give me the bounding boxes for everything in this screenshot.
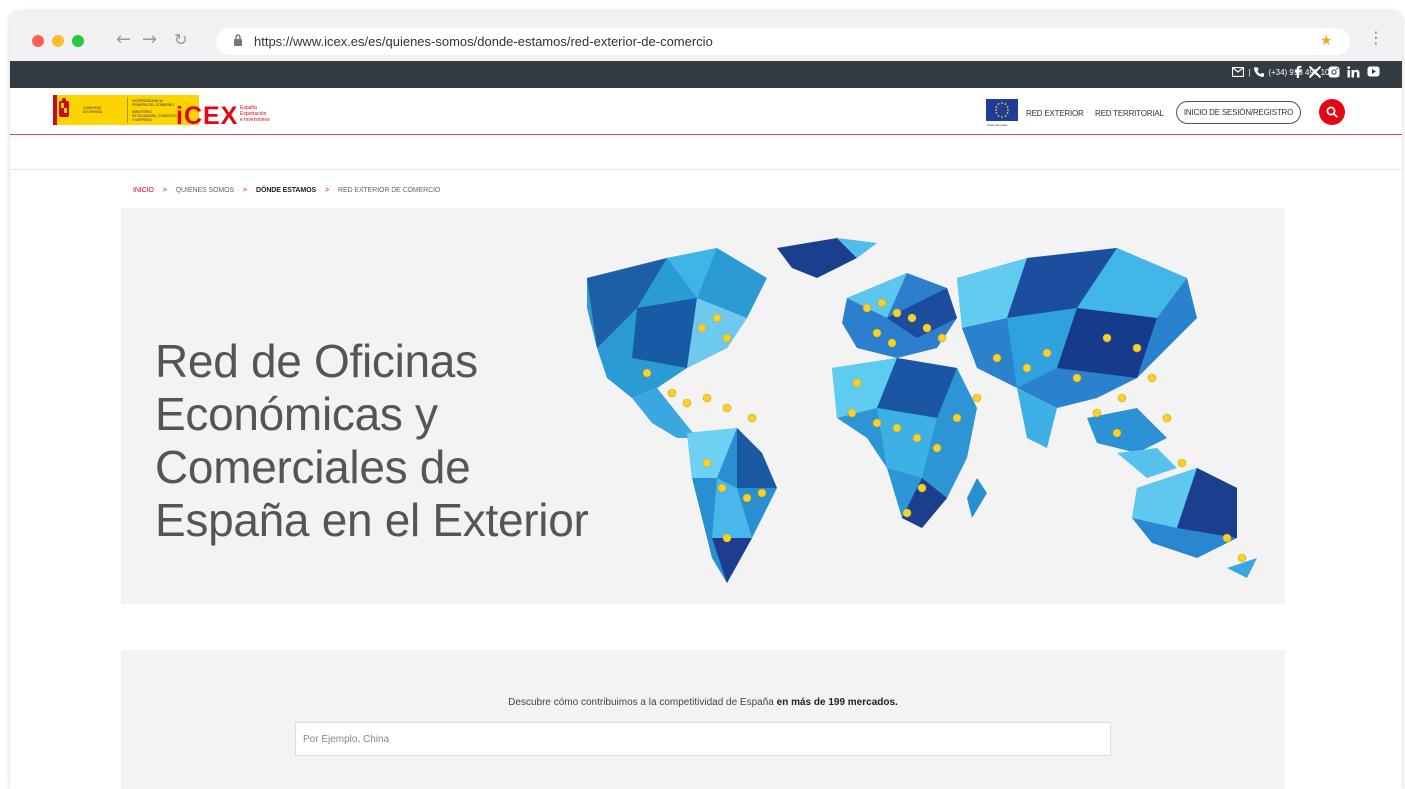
x-twitter-icon[interactable] [1309, 65, 1321, 78]
breadcrumb-item-quienes-somos[interactable]: QUIÉNES SOMOS [176, 187, 234, 194]
login-register-button[interactable]: INICIO DE SESIÓN/REGISTRO [1176, 101, 1301, 124]
eu-caption: Unión Europea [987, 123, 1008, 127]
logo-divider [127, 97, 128, 123]
phone-icon [1254, 67, 1265, 77]
browser-menu-icon[interactable]: ⋮ [1368, 28, 1384, 47]
reload-icon[interactable]: ↻ [174, 30, 187, 49]
close-window-button[interactable] [32, 35, 44, 47]
back-arrow-icon[interactable]: ← [116, 29, 131, 50]
browser-toolbar: ← → ↻ https://www.icex.es/es/quienes-som… [10, 12, 1402, 61]
youtube-icon[interactable] [1367, 66, 1380, 77]
breadcrumb-separator: > [243, 187, 248, 194]
search-button[interactable] [1319, 99, 1345, 125]
forward-arrow-icon[interactable]: → [142, 29, 157, 50]
minimize-window-button[interactable] [52, 35, 64, 47]
nav-red-territorial[interactable]: RED TERRITORIAL [1095, 109, 1164, 118]
breadcrumb-item-donde-estamos[interactable]: DÓNDE ESTAMOS [256, 187, 316, 194]
top-contact-bar: | (+34) 913 497 100 | [10, 61, 1402, 88]
address-bar[interactable]: https://www.icex.es/es/quienes-somos/don… [216, 28, 1350, 55]
intro-text: Descubre cómo contribuimos a la competit… [508, 697, 898, 708]
nav-red-exterior[interactable]: RED EXTERIOR [1026, 109, 1084, 118]
breadcrumb-separator: > [162, 187, 167, 194]
linkedin-icon[interactable] [1347, 65, 1360, 78]
mail-icon[interactable] [1232, 67, 1245, 77]
eu-flag-icon [986, 99, 1018, 121]
search-icon [1326, 106, 1338, 118]
secondary-nav-bar [10, 135, 1402, 170]
facebook-icon[interactable] [1294, 65, 1302, 78]
browser-window: ← → ↻ https://www.icex.es/es/quienes-som… [10, 12, 1402, 789]
country-search-section: Descubre cómo contribuimos a la competit… [121, 650, 1285, 789]
separator: | [1248, 67, 1251, 77]
hero-title: Red de Oficinas Económicas y Comerciales… [155, 335, 589, 546]
instagram-icon[interactable] [1328, 66, 1340, 78]
country-search-input[interactable] [295, 722, 1111, 756]
bookmark-star-icon[interactable]: ★ [1320, 32, 1333, 49]
hero-banner: Red de Oficinas Económicas y Comerciales… [121, 208, 1285, 604]
breadcrumb: INICIO > QUIÉNES SOMOS > DÓNDE ESTAMOS >… [133, 187, 440, 194]
lock-icon [234, 34, 242, 46]
breadcrumb-item-inicio[interactable]: INICIO [133, 187, 154, 194]
breadcrumb-separator: > [325, 187, 330, 194]
world-map-illustration [587, 238, 1257, 583]
maximize-window-button[interactable] [72, 35, 84, 47]
icex-logo[interactable]: iCEX [176, 102, 238, 131]
intro-highlight: en más de 199 mercados. [776, 697, 898, 708]
coat-of-arms-icon [53, 95, 73, 125]
url-text: https://www.icex.es/es/quienes-somos/don… [254, 34, 713, 49]
breadcrumb-item-red-exterior: RED EXTERIOR DE COMERCIO [338, 187, 441, 194]
site-header: GOBIERNO DE ESPAÑA VICEPRESIDENCIA PRIME… [10, 88, 1402, 135]
social-links [1294, 65, 1380, 78]
gov-text-left: GOBIERNO DE ESPAÑA [83, 106, 103, 114]
icex-tagline: España Exportación e Inversiones [240, 105, 270, 123]
